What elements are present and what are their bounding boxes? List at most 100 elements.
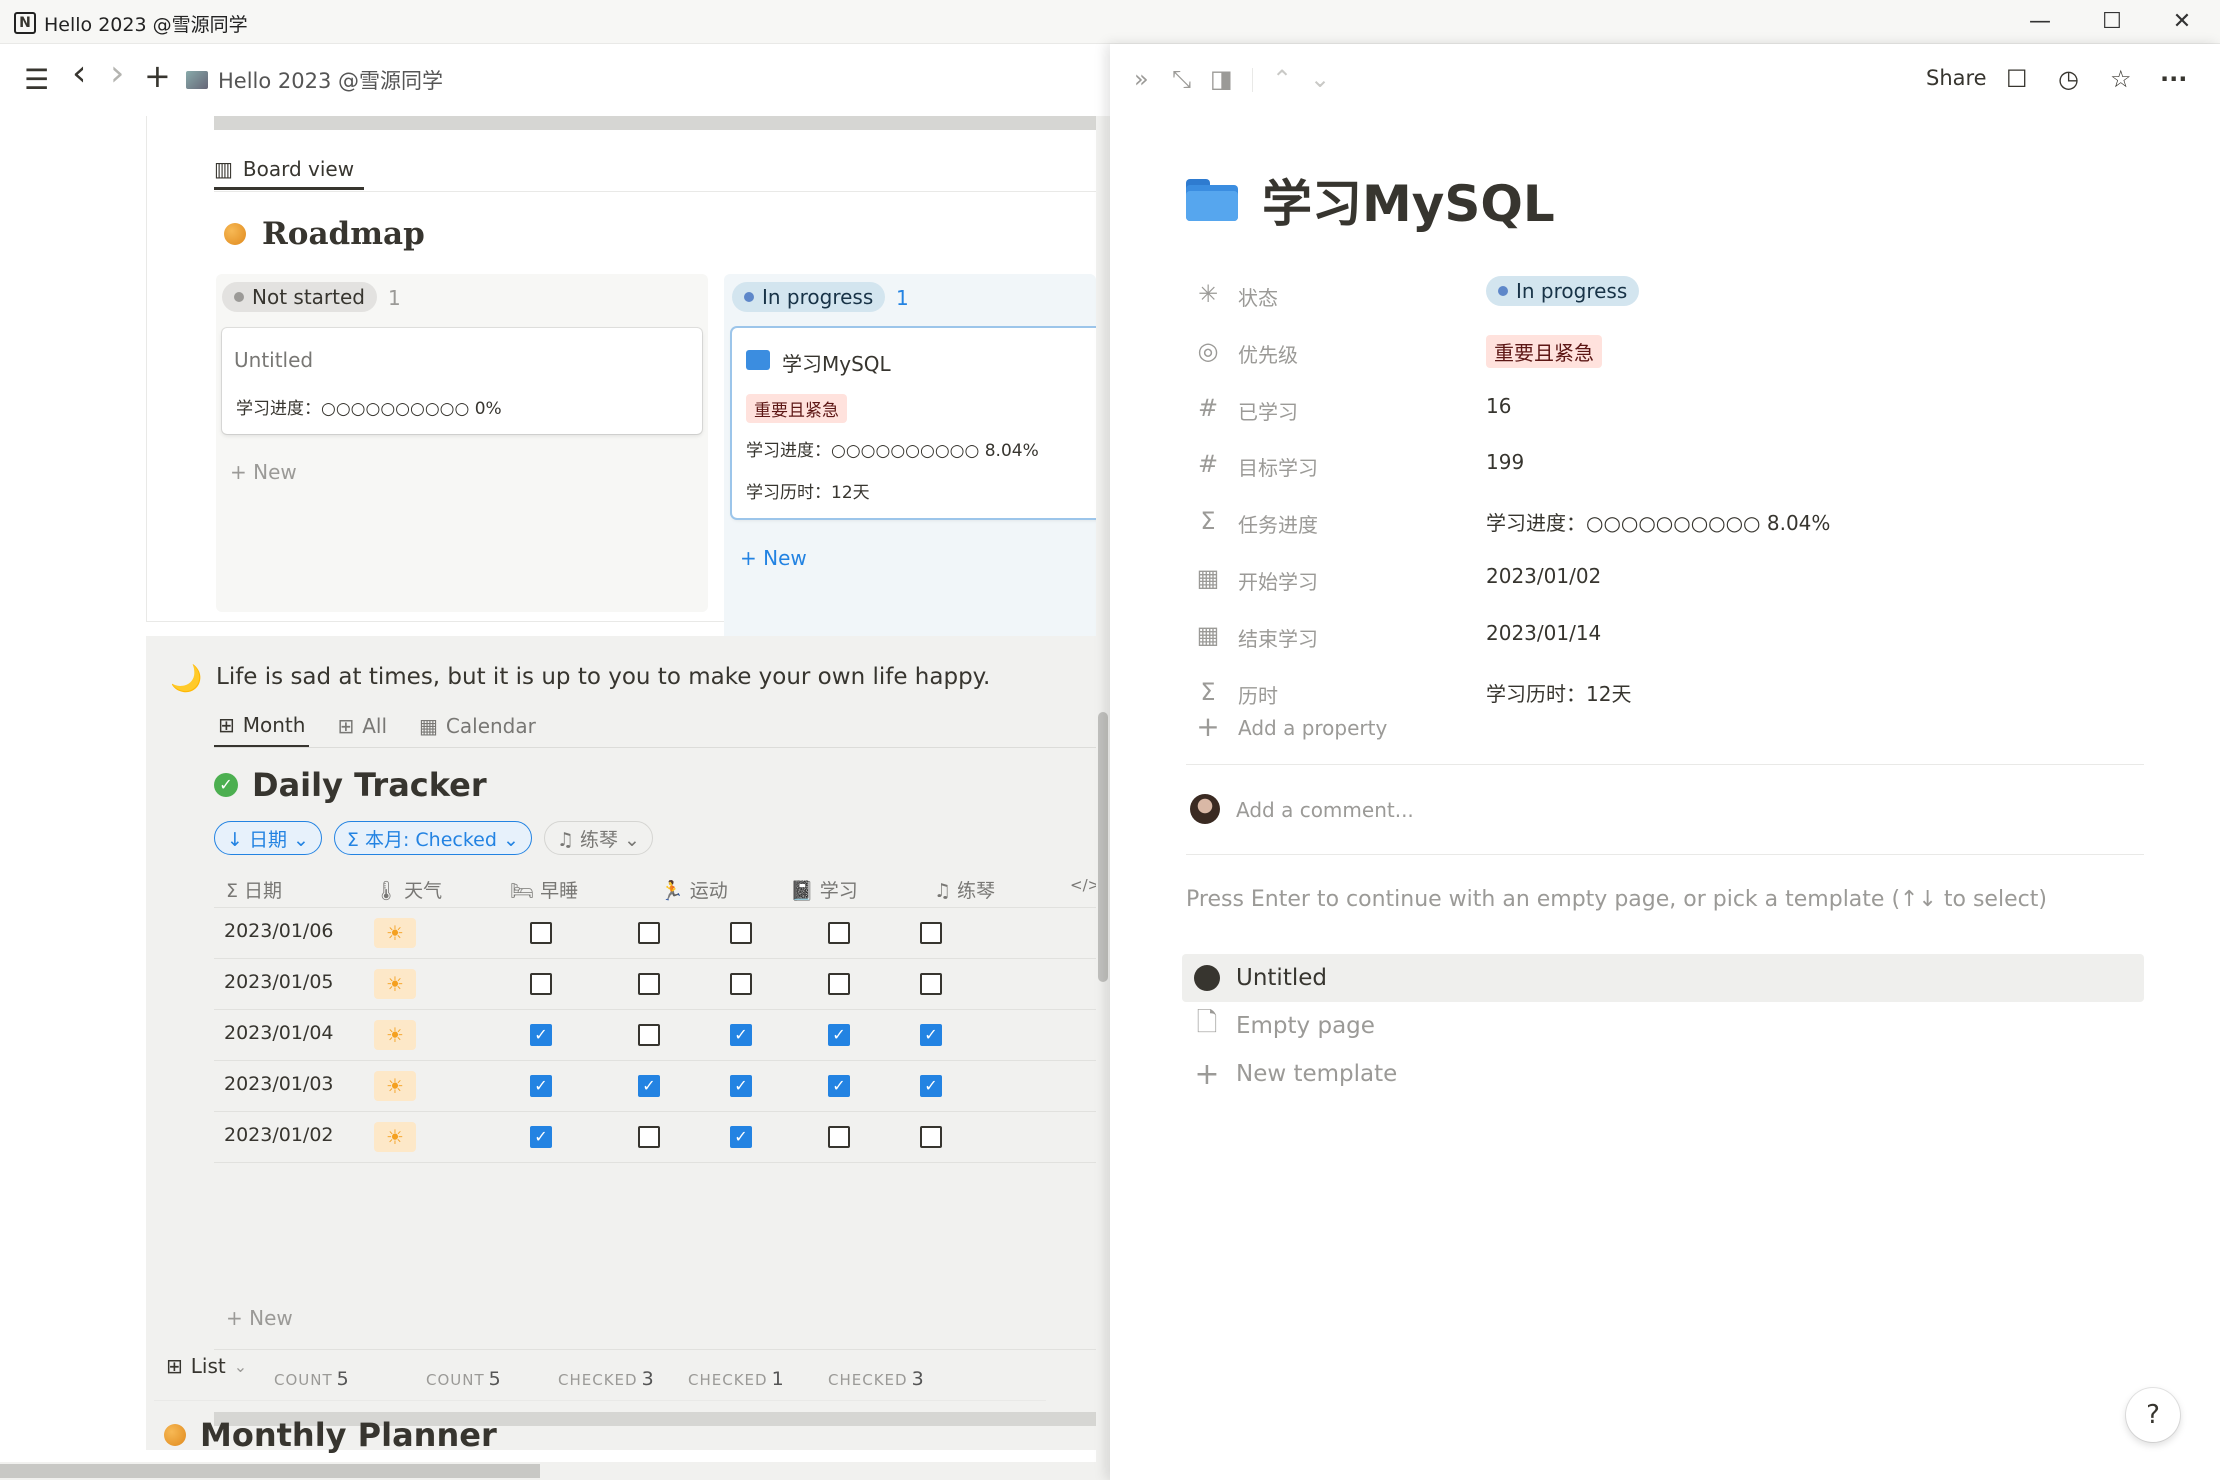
history-clock-icon[interactable]: ◷ (2058, 64, 2079, 94)
sun-icon[interactable]: ☀ (374, 1020, 416, 1050)
table-row[interactable]: 2023/01/04 ☀ ✓ ✓ ✓ ✓ (214, 1010, 1096, 1061)
help-button[interactable]: ? (2126, 1388, 2180, 1442)
checkbox[interactable] (828, 922, 850, 944)
template-empty-page[interactable]: 🗋 Empty page (1182, 1002, 2144, 1050)
property-name[interactable]: 结束学习 (1238, 623, 1318, 652)
board-horizontal-scrollbar[interactable] (214, 116, 1096, 130)
template-untitled[interactable]: Untitled (1182, 954, 2144, 1002)
footer-checked[interactable]: CHECKED 3 (558, 1368, 654, 1390)
property-name[interactable]: 目标学习 (1238, 452, 1318, 481)
checkbox[interactable] (530, 973, 552, 995)
forward-icon[interactable]: › (110, 56, 124, 92)
property-value[interactable]: 学习进度：○○○○○○○○○○ 8.04% (1486, 507, 1830, 536)
add-card-button[interactable]: + New (740, 546, 807, 570)
property-row[interactable]: ▦ 结束学习 2023/01/14 (1186, 607, 2146, 664)
share-button[interactable]: Share (1926, 66, 1987, 90)
maximize-button[interactable]: ☐ (2092, 6, 2132, 38)
footer-count[interactable]: COUNT 5 (274, 1368, 349, 1390)
checkbox[interactable]: ✓ (920, 1075, 942, 1097)
footer-checked[interactable]: CHECKED 1 (688, 1368, 784, 1390)
peek-mode-icon[interactable]: ◨ (1210, 64, 1233, 94)
status-pill-not-started[interactable]: Not started (222, 282, 377, 312)
comments-icon[interactable]: ☐ (2006, 64, 2028, 94)
breadcrumb[interactable]: Hello 2023 @雪源同学 (186, 64, 443, 96)
property-value[interactable]: 16 (1486, 394, 1511, 418)
footer-count[interactable]: COUNT 5 (426, 1368, 501, 1390)
scrollbar-thumb[interactable] (1098, 712, 1108, 982)
checkbox[interactable]: ✓ (920, 1024, 942, 1046)
property-value[interactable]: 199 (1486, 450, 1524, 474)
checkbox[interactable]: ✓ (828, 1024, 850, 1046)
template-new[interactable]: + New template (1182, 1050, 2144, 1098)
date-cell[interactable]: 2023/01/04 (224, 1022, 334, 1044)
close-peek-icon[interactable]: » (1134, 64, 1149, 94)
status-pill-in-progress[interactable]: In progress (732, 282, 886, 312)
checkbox[interactable] (730, 973, 752, 995)
new-page-icon[interactable]: + (144, 60, 171, 92)
property-row[interactable]: # 目标学习 199 (1186, 436, 2146, 493)
board-card-selected[interactable]: 学习MySQL 重要且紧急 学习进度：○○○○○○○○○○ 8.04% 学习历时… (732, 328, 1096, 518)
checkbox[interactable]: ✓ (530, 1075, 552, 1097)
col-header-exercise[interactable]: 🏃 运动 (660, 876, 728, 903)
property-value[interactable]: 2023/01/14 (1486, 621, 1601, 645)
checkbox[interactable]: ✓ (730, 1075, 752, 1097)
property-value[interactable]: 重要且紧急 (1486, 334, 1602, 368)
previous-page-icon[interactable]: ⌃ (1272, 64, 1292, 94)
add-property-button[interactable]: + Add a property (1186, 700, 2146, 757)
property-name[interactable]: 任务进度 (1238, 509, 1318, 538)
col-header-code[interactable]: </> (1070, 876, 1096, 894)
footer-checked[interactable]: CHECKED 3 (828, 1368, 924, 1390)
tab-calendar[interactable]: ▦ Calendar (415, 704, 540, 748)
checkbox[interactable] (920, 1126, 942, 1148)
checkbox[interactable] (530, 922, 552, 944)
property-name[interactable]: 优先级 (1238, 339, 1298, 368)
minimize-button[interactable]: — (2020, 6, 2060, 38)
table-row[interactable]: 2023/01/02 ☀ ✓ ✓ (214, 1112, 1096, 1163)
col-header-weather[interactable]: 🌡 天气 (374, 876, 442, 903)
date-cell[interactable]: 2023/01/05 (224, 971, 334, 993)
date-cell[interactable]: 2023/01/06 (224, 920, 334, 942)
table-row[interactable]: 2023/01/06 ☀ (214, 908, 1096, 959)
property-row[interactable]: ◎ 优先级 重要且紧急 (1186, 323, 2146, 380)
tab-month[interactable]: ⊞ Month (214, 704, 310, 748)
sun-icon[interactable]: ☀ (374, 969, 416, 999)
sort-date-chip[interactable]: ↓ 日期 ⌄ (214, 821, 322, 855)
page-horizontal-scrollbar[interactable] (0, 1462, 1096, 1480)
add-row-button[interactable]: + New (226, 1306, 293, 1330)
col-header-date[interactable]: Σ 日期 (226, 876, 282, 903)
more-options-icon[interactable]: ··· (2160, 64, 2187, 94)
property-row[interactable]: Σ 任务进度 学习进度：○○○○○○○○○○ 8.04% (1186, 493, 2146, 550)
property-name[interactable]: 已学习 (1238, 396, 1298, 425)
comment-input[interactable]: Add a comment... (1236, 798, 1414, 822)
property-name[interactable]: 状态 (1238, 282, 1278, 311)
sun-icon[interactable]: ☀ (374, 918, 416, 948)
checkbox[interactable] (638, 1126, 660, 1148)
checkbox[interactable] (828, 973, 850, 995)
board-card[interactable]: Untitled 学习进度：○○○○○○○○○○ 0% (222, 328, 702, 434)
checkbox[interactable]: ✓ (730, 1024, 752, 1046)
checkbox[interactable]: ✓ (638, 1075, 660, 1097)
tab-board-view[interactable]: ▥ Board view (214, 150, 365, 190)
sun-icon[interactable]: ☀ (374, 1071, 416, 1101)
table-row[interactable]: 2023/01/05 ☀ (214, 959, 1096, 1010)
filter-month-checked-chip[interactable]: Σ 本月: Checked ⌄ (333, 821, 532, 855)
favorite-star-icon[interactable]: ☆ (2110, 64, 2132, 94)
col-header-early-sleep[interactable]: 🛏 早睡 (510, 876, 578, 903)
sun-icon[interactable]: ☀ (374, 1122, 416, 1152)
tab-list-view[interactable]: ⊞ List ⌄ (166, 1354, 247, 1378)
checkbox[interactable]: ✓ (730, 1126, 752, 1148)
page-vertical-scrollbar[interactable] (1096, 116, 1110, 1480)
property-row[interactable]: ▦ 开始学习 2023/01/02 (1186, 550, 2146, 607)
page-title-text[interactable]: 学习MySQL (1262, 164, 1555, 236)
checkbox[interactable] (730, 922, 752, 944)
checkbox[interactable] (920, 922, 942, 944)
date-cell[interactable]: 2023/01/02 (224, 1124, 334, 1146)
property-value[interactable]: In progress (1486, 276, 1640, 306)
checkbox[interactable] (638, 922, 660, 944)
checkbox[interactable]: ✓ (530, 1126, 552, 1148)
folder-icon[interactable] (1186, 179, 1238, 221)
property-row[interactable]: # 已学习 16 (1186, 380, 2146, 437)
col-header-piano[interactable]: ♫ 练琴 (934, 876, 995, 903)
checkbox[interactable] (638, 973, 660, 995)
date-cell[interactable]: 2023/01/03 (224, 1073, 334, 1095)
